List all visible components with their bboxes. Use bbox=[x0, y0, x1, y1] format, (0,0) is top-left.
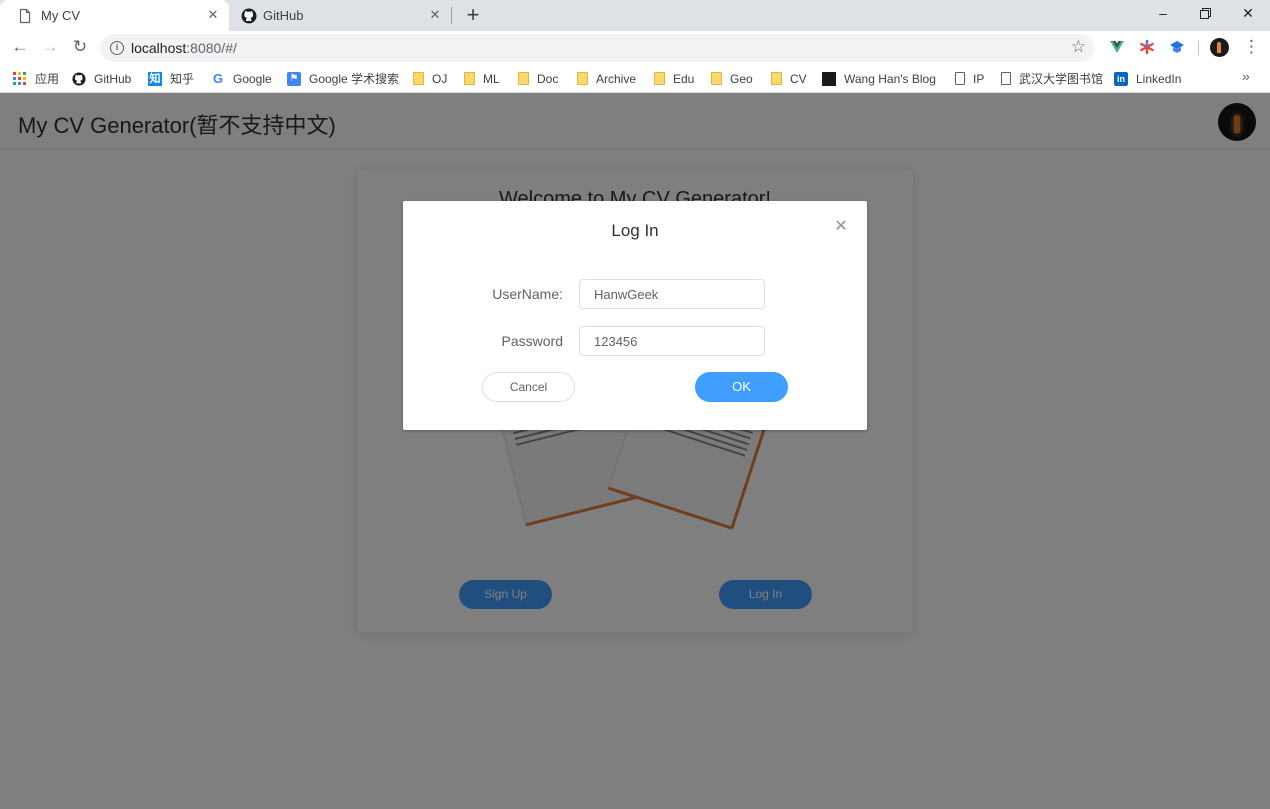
url-path: :8080/#/ bbox=[186, 40, 237, 56]
bookmark-folder-doc[interactable]: Doc bbox=[518, 70, 558, 87]
toolbar-separator bbox=[1198, 41, 1199, 55]
bookmark-linkedin[interactable]: in LinkedIn bbox=[1114, 70, 1181, 87]
folder-icon bbox=[577, 72, 588, 85]
blog-icon bbox=[822, 71, 836, 86]
ok-button[interactable]: OK bbox=[695, 372, 788, 402]
page-icon bbox=[1001, 72, 1011, 85]
github-icon bbox=[241, 8, 257, 24]
login-dialog: Log In ✕ UserName: Password Cancel OK bbox=[403, 201, 867, 430]
bookmark-label: CV bbox=[790, 71, 807, 86]
password-label: Password bbox=[501, 333, 563, 349]
bookmark-google-scholar[interactable]: ⚑ Google 学术搜索 bbox=[287, 70, 399, 87]
dialog-title: Log In bbox=[611, 221, 659, 240]
folder-icon bbox=[711, 72, 722, 85]
close-icon[interactable]: ✕ bbox=[205, 7, 221, 23]
bookmark-label: GitHub bbox=[94, 71, 132, 86]
more-menu-icon[interactable]: ⋮ bbox=[1243, 37, 1260, 59]
folder-icon bbox=[654, 72, 665, 85]
bookmark-label: Google bbox=[233, 71, 272, 86]
bookmark-label: OJ bbox=[432, 71, 448, 86]
bookmark-label: ML bbox=[483, 71, 500, 86]
restore-icon[interactable] bbox=[1184, 0, 1226, 28]
extension-asterisk-icon[interactable] bbox=[1139, 39, 1155, 55]
tab-github[interactable]: GitHub ✕ bbox=[231, 0, 451, 31]
reload-icon[interactable]: ↻ bbox=[68, 36, 92, 60]
bookmark-ip[interactable]: IP bbox=[955, 70, 984, 87]
bookmark-label: Google 学术搜索 bbox=[309, 72, 400, 86]
bookmark-label: IP bbox=[973, 71, 985, 86]
tab-divider bbox=[451, 7, 452, 24]
bookmark-zhihu[interactable]: 知 知乎 bbox=[148, 70, 194, 87]
bookmark-folder-oj[interactable]: OJ bbox=[413, 70, 447, 87]
tab-strip: My CV ✕ GitHub ✕ + – ✕ bbox=[0, 0, 1270, 31]
back-icon[interactable]: ← bbox=[8, 36, 32, 60]
bookmark-label: Edu bbox=[673, 71, 695, 86]
bookmark-label: Archive bbox=[596, 71, 637, 86]
page-icon bbox=[955, 72, 965, 85]
tab-title: My CV bbox=[41, 8, 80, 23]
folder-icon bbox=[464, 72, 475, 85]
bookmark-github[interactable]: GitHub bbox=[72, 70, 131, 87]
zhihu-icon: 知 bbox=[148, 71, 162, 86]
bookmark-label: 知乎 bbox=[170, 72, 195, 86]
page-icon bbox=[19, 8, 31, 24]
bookmark-label: Wang Han's Blog bbox=[844, 71, 936, 86]
bookmark-label: 应用 bbox=[35, 72, 60, 86]
bookmark-apps[interactable]: 应用 bbox=[13, 70, 59, 87]
apps-grid-icon bbox=[13, 71, 26, 85]
bookmark-blog[interactable]: Wang Han's Blog bbox=[822, 70, 936, 87]
google-scholar-icon: ⚑ bbox=[287, 71, 301, 86]
extension-graduation-icon[interactable] bbox=[1169, 39, 1185, 55]
close-icon[interactable]: ✕ bbox=[427, 7, 443, 23]
cancel-button[interactable]: Cancel bbox=[482, 372, 575, 402]
address-bar[interactable]: i localhost:8080/#/ ☆ bbox=[100, 34, 1094, 62]
minimize-icon[interactable]: – bbox=[1142, 0, 1184, 28]
bookmark-label: Geo bbox=[730, 71, 753, 86]
bookmark-folder-edu[interactable]: Edu bbox=[654, 70, 694, 87]
bookmark-google[interactable]: G Google bbox=[211, 70, 272, 87]
bookmark-label: LinkedIn bbox=[1136, 71, 1182, 86]
bookmark-folder-archive[interactable]: Archive bbox=[577, 70, 636, 87]
bookmark-star-icon[interactable]: ☆ bbox=[1071, 37, 1086, 57]
close-icon[interactable]: ✕ bbox=[833, 219, 849, 235]
tab-title: GitHub bbox=[263, 8, 304, 23]
browser-toolbar: ← → ↻ i localhost:8080/#/ ☆ ⋮ bbox=[0, 31, 1270, 64]
tab-my-cv[interactable]: My CV ✕ bbox=[0, 0, 229, 31]
github-icon bbox=[72, 71, 86, 86]
url-host: localhost bbox=[131, 40, 187, 56]
password-input[interactable] bbox=[579, 326, 765, 356]
bookmark-folder-geo[interactable]: Geo bbox=[711, 70, 753, 87]
window-close-icon[interactable]: ✕ bbox=[1227, 0, 1269, 28]
forward-icon[interactable]: → bbox=[38, 36, 62, 60]
vue-devtools-icon[interactable] bbox=[1109, 39, 1125, 55]
bookmarks-bar: 应用 GitHub 知 知乎 G Google ⚑ Google 学术搜索 OJ… bbox=[0, 64, 1270, 93]
page-viewport: My CV Generator(暂不支持中文) Welcome to My CV… bbox=[0, 93, 1270, 809]
bookmark-folder-cv[interactable]: CV bbox=[771, 70, 807, 87]
new-tab-icon[interactable]: + bbox=[462, 4, 484, 27]
username-label: UserName: bbox=[492, 286, 563, 302]
username-input[interactable] bbox=[579, 279, 765, 309]
bookmark-label: Doc bbox=[537, 71, 559, 86]
bookmark-label: 武汉大学图书馆 bbox=[1019, 72, 1104, 86]
bookmark-whu-library[interactable]: 武汉大学图书馆 bbox=[1001, 70, 1103, 87]
folder-icon bbox=[413, 72, 424, 85]
info-icon[interactable]: i bbox=[110, 41, 124, 55]
folder-icon bbox=[771, 72, 782, 85]
folder-icon bbox=[518, 72, 529, 85]
profile-avatar[interactable] bbox=[1210, 38, 1229, 57]
linkedin-icon: in bbox=[1114, 71, 1128, 86]
more-bookmarks-icon[interactable]: » bbox=[1242, 68, 1250, 84]
google-icon: G bbox=[212, 70, 224, 86]
bookmark-folder-ml[interactable]: ML bbox=[464, 70, 500, 87]
url-text[interactable]: localhost:8080/#/ bbox=[131, 40, 237, 56]
